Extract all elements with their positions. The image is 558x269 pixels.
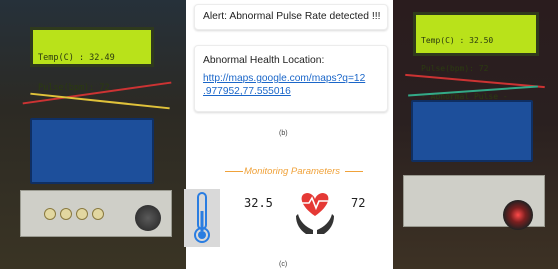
pulse-sensor	[503, 200, 533, 230]
lcd-display-right: Temp(C) : 32.50 Pulse(bpm): 72 - Abnorma…	[413, 12, 539, 101]
potentiometer	[44, 208, 56, 220]
location-link[interactable]: http://maps.google.com/maps?q=12 .977952…	[203, 72, 365, 98]
thermometer-tile	[184, 189, 220, 247]
lcd-display-left: Temp(C) : 32.49 Pulse(bpm): 72	[30, 27, 154, 93]
lcd-right-line2: Pulse(bpm): 72	[421, 64, 489, 73]
hardware-photo-left: Temp(C) : 32.49 Pulse(bpm): 72	[0, 0, 186, 269]
potentiometer	[92, 208, 104, 220]
pulse-sensor	[135, 205, 161, 231]
alert-notification-card[interactable]: Alert: Abnormal Pulse Rate detected !!!	[194, 4, 388, 30]
heart-pulse-hands-icon	[296, 193, 334, 234]
location-notification-card[interactable]: Abnormal Health Location: http://maps.go…	[194, 45, 388, 112]
microcontroller-board	[411, 100, 533, 162]
thermometer-icon	[194, 192, 210, 243]
pulse-value: 72	[351, 196, 366, 210]
caption-b: (b)	[279, 130, 288, 137]
location-link-line1[interactable]: http://maps.google.com/maps?q=12	[203, 72, 365, 85]
divider-line-right	[345, 171, 363, 172]
alert-message: Alert: Abnormal Pulse Rate detected !!!	[203, 11, 381, 22]
caption-c: (c)	[279, 261, 288, 268]
hardware-photo-right: Temp(C) : 32.50 Pulse(bpm): 72 - Abnorma…	[393, 0, 558, 269]
lcd-left-line1: Temp(C) : 32.49	[38, 53, 115, 63]
microcontroller-board	[30, 118, 154, 184]
location-label: Abnormal Health Location:	[203, 55, 325, 66]
lcd-right-line1: Temp(C) : 32.50	[421, 36, 494, 45]
potentiometer	[76, 208, 88, 220]
potentiometer	[60, 208, 72, 220]
location-link-line2[interactable]: .977952,77.555016	[203, 85, 365, 98]
mobile-app-panel: Alert: Abnormal Pulse Rate detected !!! …	[184, 0, 393, 269]
temperature-value: 32.5	[244, 196, 273, 210]
